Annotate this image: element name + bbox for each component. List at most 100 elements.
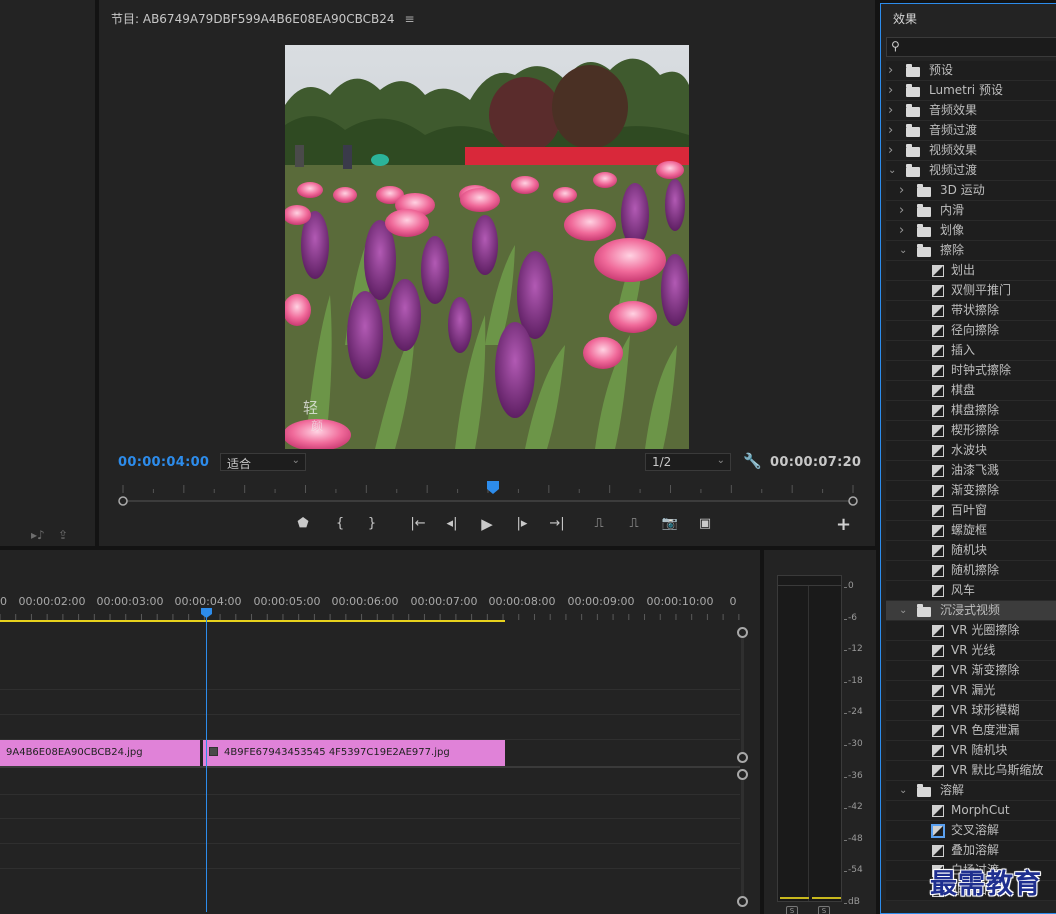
effects-item[interactable]: 双侧平推门 xyxy=(886,281,1056,301)
scroll-handle[interactable] xyxy=(737,896,748,907)
add-marker-button[interactable]: ⬟ xyxy=(292,516,314,531)
lift-button[interactable]: ⎍ xyxy=(588,516,610,531)
effects-item[interactable]: 螺旋框 xyxy=(886,521,1056,541)
effects-folder-label: 擦除 xyxy=(940,243,965,257)
chevron-right-icon[interactable]: › xyxy=(899,181,904,200)
scroll-handle[interactable] xyxy=(737,627,748,638)
solo-right-button[interactable]: S xyxy=(818,906,830,914)
effects-item[interactable]: 时钟式擦除 xyxy=(886,361,1056,381)
transition-icon xyxy=(932,345,944,357)
scroll-handle[interactable] xyxy=(737,769,748,780)
effects-item[interactable]: 随机擦除 xyxy=(886,561,1056,581)
extract-button[interactable]: ⎍ xyxy=(623,516,645,531)
effects-item[interactable]: 百叶窗 xyxy=(886,501,1056,521)
scroll-handle[interactable] xyxy=(737,752,748,763)
effects-item[interactable]: 随机块 xyxy=(886,541,1056,561)
wrench-icon[interactable]: 🔧 xyxy=(743,452,762,470)
comparison-view-button[interactable]: ▣ xyxy=(694,516,716,531)
effects-item[interactable]: VR 随机块 xyxy=(886,741,1056,761)
effects-item[interactable]: 油漆飞溅 xyxy=(886,461,1056,481)
chevron-right-icon[interactable]: › xyxy=(888,121,893,140)
effects-item[interactable]: MorphCut xyxy=(886,801,1056,821)
effects-item[interactable]: VR 色度泄漏 xyxy=(886,721,1056,741)
go-to-out-button[interactable]: →| xyxy=(546,516,568,531)
timeline-ruler[interactable]: 0 00:00:02:00 00:00:03:00 00:00:04:00 00:00:… xyxy=(0,550,750,625)
solo-left-button[interactable]: S xyxy=(786,906,798,914)
effects-folder[interactable]: › 划像 xyxy=(886,221,1056,241)
chevron-right-icon[interactable]: › xyxy=(888,101,893,120)
effects-item[interactable]: VR 光线 xyxy=(886,641,1056,661)
button-editor-add[interactable]: + xyxy=(836,514,851,535)
chevron-down-icon[interactable]: ⌄ xyxy=(899,601,907,620)
effects-panel-title[interactable]: 效果 xyxy=(893,10,917,27)
effects-item[interactable]: 风车 xyxy=(886,581,1056,601)
effects-item[interactable]: 棋盘 xyxy=(886,381,1056,401)
effects-folder[interactable]: ⌄ 沉浸式视频 xyxy=(886,601,1056,621)
step-back-button[interactable]: ◂| xyxy=(441,516,463,531)
effects-folder[interactable]: ⌄ 溶解 xyxy=(886,781,1056,801)
effects-item[interactable]: 交叉溶解 xyxy=(886,821,1056,841)
play-button[interactable]: ▶ xyxy=(476,515,498,533)
playhead-timecode[interactable]: 00:00:04:00 xyxy=(118,455,209,470)
effects-item[interactable]: 渐变擦除 xyxy=(886,481,1056,501)
effects-item[interactable]: VR 球形模糊 xyxy=(886,701,1056,721)
effects-item[interactable]: 插入 xyxy=(886,341,1056,361)
step-forward-button[interactable]: |▸ xyxy=(511,516,533,531)
effects-folder[interactable]: ⌄ 视频过渡 xyxy=(886,161,1056,181)
mark-out-button[interactable]: } xyxy=(361,516,383,531)
effects-item[interactable]: 径向擦除 xyxy=(886,321,1056,341)
timeline-clip[interactable]: 9A4B6E08EA90CBCB24.jpg xyxy=(0,740,200,766)
effects-folder-label: 视频过渡 xyxy=(929,163,978,177)
effects-search-input[interactable]: ⚲ xyxy=(886,37,1056,57)
effects-folder[interactable]: › 预设 xyxy=(886,61,1056,81)
effects-folder[interactable]: ⌄ 擦除 xyxy=(886,241,1056,261)
export-icon[interactable]: ⇪ xyxy=(58,528,68,542)
effects-folder-label: 视频效果 xyxy=(929,143,978,157)
effects-item[interactable]: 楔形擦除 xyxy=(886,421,1056,441)
audio-scrub-icon[interactable]: ▸♪ xyxy=(31,528,45,542)
effects-folder[interactable]: › 内滑 xyxy=(886,201,1056,221)
image-watermark-text: 轻 xyxy=(303,399,318,417)
meter-scale-label: dB xyxy=(848,897,860,907)
fit-dropdown[interactable]: 适合 ⌄ xyxy=(220,453,306,471)
effects-folder[interactable]: › Lumetri 预设 xyxy=(886,81,1056,101)
export-frame-button[interactable]: 📷 xyxy=(659,516,681,531)
transition-icon xyxy=(932,525,944,537)
effects-item[interactable]: VR 光圈擦除 xyxy=(886,621,1056,641)
program-scrub-bar[interactable] xyxy=(118,496,858,506)
effects-folder[interactable]: › 视频效果 xyxy=(886,141,1056,161)
chevron-right-icon[interactable]: › xyxy=(888,141,893,160)
chevron-down-icon[interactable]: ⌄ xyxy=(888,161,896,180)
timeline-clip[interactable]: 4B9FE67943453545 4F5397C19E2AE977.jpg xyxy=(203,740,505,766)
effects-item[interactable]: 叠加溶解 xyxy=(886,841,1056,861)
program-playhead[interactable] xyxy=(487,481,499,494)
effects-item[interactable]: 棋盘擦除 xyxy=(886,401,1056,421)
chevron-down-icon: ⌄ xyxy=(291,455,300,466)
effects-item[interactable]: 带状擦除 xyxy=(886,301,1056,321)
track-divider xyxy=(0,714,740,715)
effects-item[interactable]: VR 渐变擦除 xyxy=(886,661,1056,681)
audio-track-scrollbar[interactable] xyxy=(741,780,744,905)
chevron-down-icon[interactable]: ⌄ xyxy=(899,241,907,260)
chevron-right-icon[interactable]: › xyxy=(888,61,893,80)
effects-item[interactable]: VR 漏光 xyxy=(886,681,1056,701)
mark-in-button[interactable]: { xyxy=(329,516,351,531)
chevron-right-icon[interactable]: › xyxy=(888,81,893,100)
effects-item-label: 水波块 xyxy=(951,443,988,457)
program-title[interactable]: 节目: AB6749A79DBF599A4B6E08EA90CBCB24 ≡ xyxy=(111,10,415,27)
chevron-down-icon[interactable]: ⌄ xyxy=(899,781,907,800)
panel-menu-icon[interactable]: ≡ xyxy=(405,12,415,26)
effects-folder[interactable]: › 音频效果 xyxy=(886,101,1056,121)
meter-scale-label: -24 xyxy=(848,707,863,718)
go-to-in-button[interactable]: |← xyxy=(407,516,429,531)
effects-folder[interactable]: › 3D 运动 xyxy=(886,181,1056,201)
video-track-scrollbar[interactable] xyxy=(741,638,744,758)
effects-item[interactable]: 水波块 xyxy=(886,441,1056,461)
effects-folder[interactable]: › 音频过渡 xyxy=(886,121,1056,141)
timeline-playhead-line[interactable] xyxy=(206,612,207,912)
effects-item[interactable]: 划出 xyxy=(886,261,1056,281)
chevron-right-icon[interactable]: › xyxy=(899,201,904,220)
resolution-dropdown[interactable]: 1/2 ⌄ xyxy=(645,453,731,471)
chevron-right-icon[interactable]: › xyxy=(899,221,904,240)
effects-item[interactable]: VR 默比乌斯缩放 xyxy=(886,761,1056,781)
